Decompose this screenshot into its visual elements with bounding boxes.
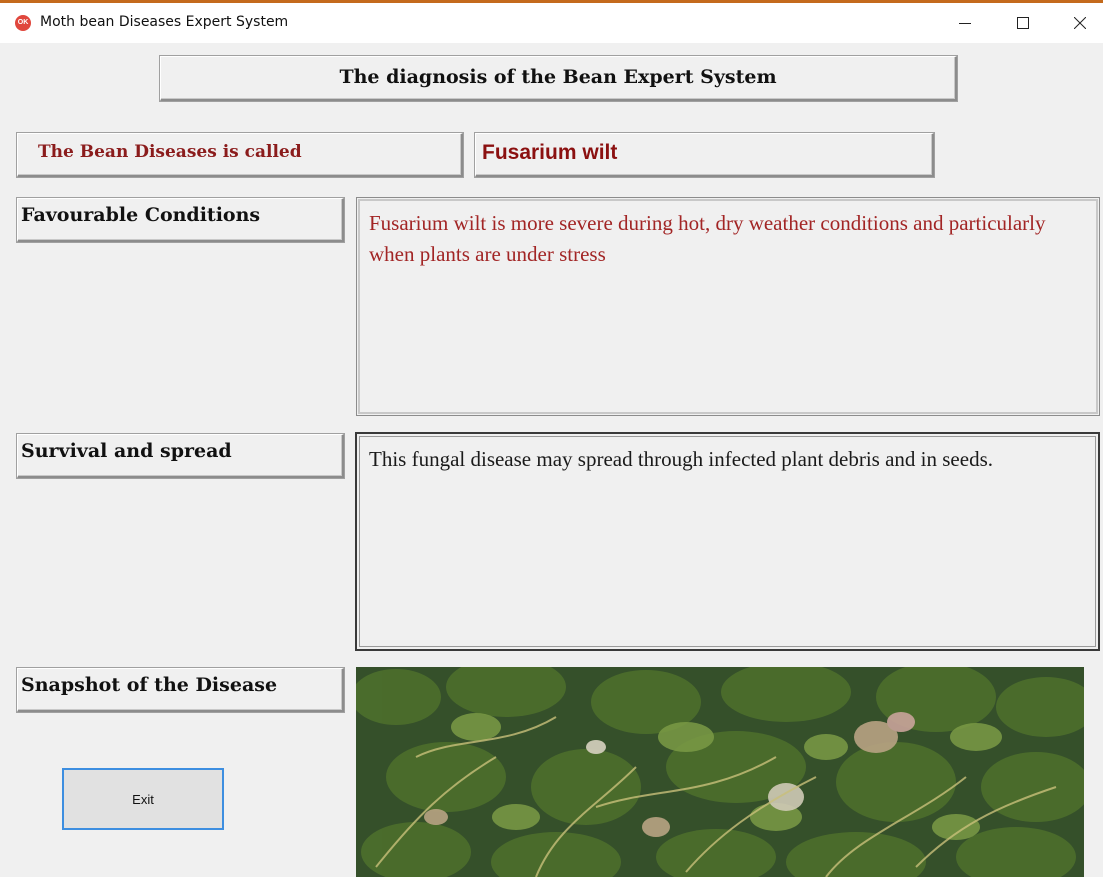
- maximize-button[interactable]: [1000, 6, 1046, 40]
- favourable-conditions-box: Favourable Conditions: [17, 198, 344, 242]
- diagnosis-header-label: The diagnosis of the Bean Expert System: [339, 66, 777, 88]
- close-icon: [1074, 17, 1086, 29]
- plant-photo: [356, 667, 1084, 877]
- favourable-conditions-label: Favourable Conditions: [21, 204, 261, 226]
- snapshot-box: Snapshot of the Disease: [17, 668, 344, 712]
- survival-spread-label: Survival and spread: [21, 440, 232, 462]
- survival-spread-box: Survival and spread: [17, 434, 344, 478]
- disease-called-label: The Bean Diseases is called: [38, 142, 302, 162]
- app-icon: OK: [15, 15, 31, 31]
- title-bar[interactable]: OK Moth bean Diseases Expert System: [0, 3, 1103, 43]
- snapshot-label: Snapshot of the Disease: [21, 674, 278, 696]
- close-button[interactable]: [1057, 6, 1103, 40]
- disease-snapshot-image: [356, 667, 1084, 877]
- maximize-icon: [1017, 17, 1029, 29]
- survival-spread-text[interactable]: This fungal disease may spread through i…: [355, 432, 1100, 651]
- minimize-button[interactable]: [942, 6, 988, 40]
- disease-name-box: Fusarium wilt: [475, 133, 934, 177]
- favourable-conditions-text[interactable]: Fusarium wilt is more severe during hot,…: [356, 197, 1100, 416]
- disease-name: Fusarium wilt: [482, 141, 618, 164]
- disease-called-box: The Bean Diseases is called: [17, 133, 463, 177]
- diagnosis-header: The diagnosis of the Bean Expert System: [160, 56, 957, 101]
- window-title: Moth bean Diseases Expert System: [40, 14, 289, 30]
- minimize-icon: [959, 23, 971, 24]
- exit-button[interactable]: Exit: [62, 768, 224, 830]
